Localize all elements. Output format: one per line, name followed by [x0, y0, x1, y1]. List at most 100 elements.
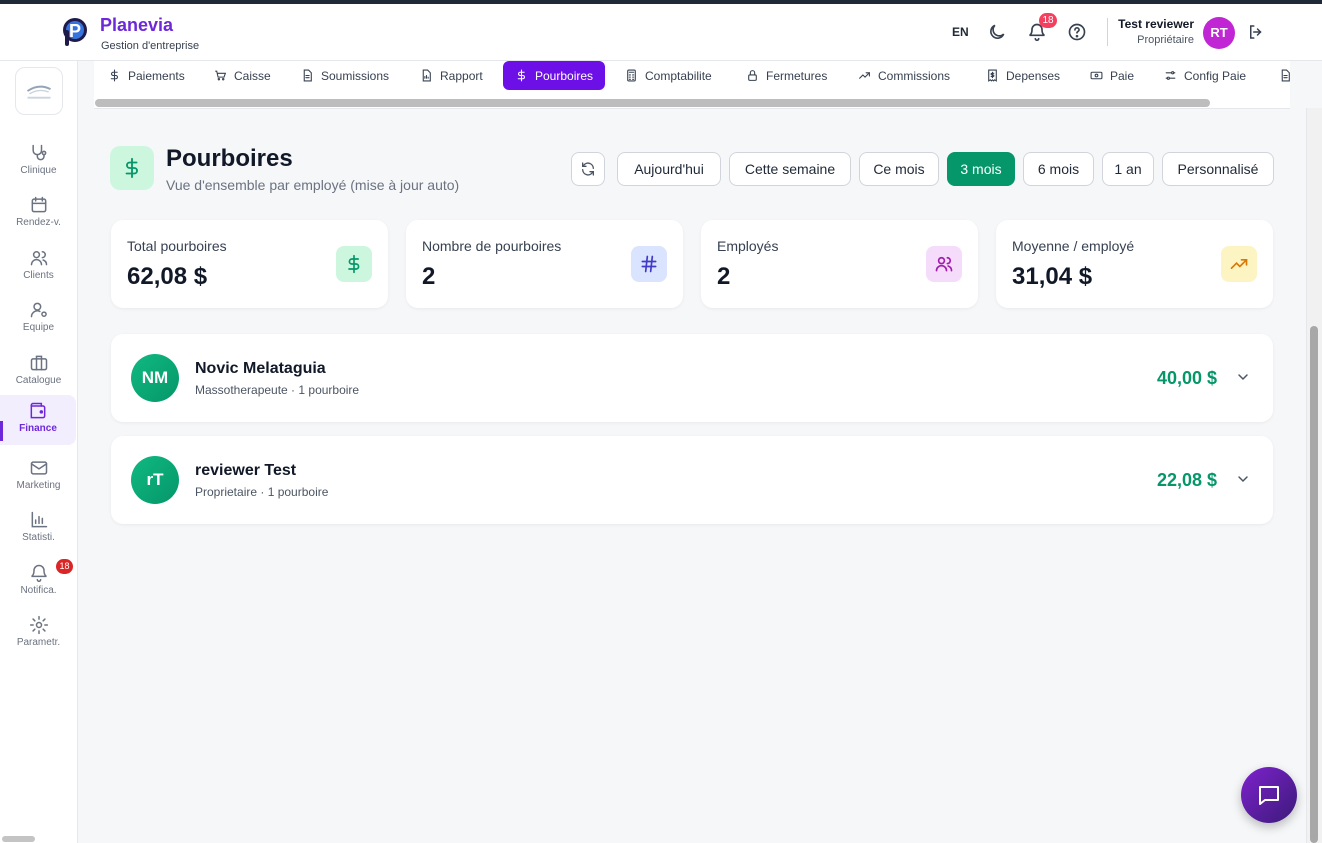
- tab-overflow[interactable]: [1267, 61, 1290, 90]
- sidebar-item-rendez-vous[interactable]: Rendez-v.: [0, 189, 77, 239]
- planevia-logo-icon[interactable]: P: [60, 16, 88, 48]
- notification-badge: 18: [1039, 13, 1057, 28]
- sidebar-item-label: Statisti.: [22, 532, 55, 543]
- employee-name: Novic Melataguia: [195, 360, 326, 377]
- stat-value: 2: [422, 263, 436, 290]
- page-dollar-icon: [110, 146, 154, 190]
- sidebar-item-label: Notifica.: [20, 585, 57, 596]
- stethoscope-icon: [31, 144, 46, 161]
- period-3-months-button[interactable]: 3 mois: [947, 152, 1015, 186]
- receipt-icon: [988, 69, 997, 82]
- tab-caisse[interactable]: Caisse: [202, 61, 283, 90]
- sidebar-item-label: Parametr.: [16, 637, 61, 648]
- tab-soumissions[interactable]: Soumissions: [289, 61, 401, 90]
- period-week-button[interactable]: Cette semaine: [729, 152, 851, 186]
- svg-text:P: P: [69, 21, 81, 41]
- mail-icon: [30, 461, 47, 475]
- tab-label: Pourboires: [535, 68, 594, 83]
- period-today-button[interactable]: Aujourd'hui: [617, 152, 721, 186]
- tabs-scrollbar[interactable]: [95, 99, 1210, 107]
- sidebar-item-marketing[interactable]: Marketing: [0, 452, 77, 502]
- header-divider: [1107, 18, 1108, 46]
- employee-tip-amount: 40,00 $: [1156, 368, 1217, 388]
- sidebar-item-clients[interactable]: Clients: [0, 242, 77, 292]
- clinic-logo[interactable]: [15, 67, 63, 115]
- sidebar-item-finance[interactable]: Finance: [0, 395, 76, 445]
- banknote-icon: [1090, 71, 1103, 80]
- sidebar-item-label: Clients: [23, 270, 54, 281]
- dollar-icon: [110, 69, 118, 82]
- settings-sliders-icon: [1165, 71, 1176, 80]
- users-icon: [926, 246, 962, 282]
- tab-label: Paiements: [128, 68, 185, 83]
- logout-icon[interactable]: [1247, 23, 1265, 41]
- tab-paie[interactable]: Paie: [1078, 61, 1146, 90]
- stat-card-employees: Employés 2: [701, 220, 978, 308]
- avatar: rT: [131, 456, 179, 504]
- file-icon: [1281, 69, 1290, 82]
- trending-up-icon: [1221, 246, 1257, 282]
- help-icon[interactable]: [1067, 22, 1087, 42]
- brand-subtitle: Gestion d'entreprise: [101, 40, 200, 52]
- finance-tabs: Paiements Caisse Soumissions Rapport Pou…: [94, 61, 1290, 97]
- stat-label: Total pourboires: [127, 238, 227, 254]
- stat-label: Employés: [717, 238, 779, 254]
- main-scrollbar[interactable]: [1310, 326, 1318, 843]
- period-custom-button[interactable]: Personnalisé: [1162, 152, 1274, 186]
- users-icon: [30, 251, 47, 266]
- sidebar-scrollbar[interactable]: [2, 836, 35, 842]
- period-1-year-button[interactable]: 1 an: [1102, 152, 1154, 186]
- tab-paiements[interactable]: Paiements: [96, 61, 197, 90]
- page-title: Pourboires: [166, 145, 293, 172]
- calculator-icon: [627, 69, 636, 82]
- avatar[interactable]: RT: [1203, 17, 1235, 49]
- sidebar-item-label: Rendez-v.: [16, 217, 61, 228]
- chevron-down-icon[interactable]: [1235, 471, 1251, 487]
- page-subtitle: Vue d'ensemble par employé (mise à jour …: [166, 177, 460, 193]
- file-chart-icon: [422, 69, 431, 82]
- chat-icon: [1259, 786, 1279, 805]
- tab-fermetures[interactable]: Fermetures: [734, 61, 839, 90]
- chat-button[interactable]: [1241, 767, 1297, 823]
- bar-chart-icon: [31, 511, 47, 528]
- sidebar-item-equipe[interactable]: Equipe: [0, 294, 77, 344]
- gear-icon: [29, 615, 48, 635]
- file-icon: [303, 69, 312, 82]
- sidebar-item-catalogue[interactable]: Catalogue: [0, 347, 77, 397]
- employee-card[interactable]: NM Novic Melataguia Massotherapeute · 1 …: [111, 334, 1273, 422]
- user-name: Test reviewer: [1118, 17, 1194, 31]
- tab-depenses[interactable]: Depenses: [974, 61, 1072, 90]
- tab-pourboires[interactable]: Pourboires: [503, 61, 606, 90]
- refresh-icon: [582, 162, 594, 176]
- app-header: P Planevia Gestion d'entreprise EN 18 Te…: [0, 4, 1322, 61]
- sidebar-item-parametres[interactable]: Parametr.: [0, 609, 77, 659]
- briefcase-icon: [30, 355, 47, 371]
- refresh-button[interactable]: [571, 152, 605, 186]
- moon-icon[interactable]: [987, 22, 1007, 42]
- period-6-months-button[interactable]: 6 mois: [1023, 152, 1094, 186]
- sidebar-item-label: Catalogue: [15, 375, 62, 386]
- period-month-button[interactable]: Ce mois: [859, 152, 939, 186]
- tab-rapport[interactable]: Rapport: [408, 61, 495, 90]
- user-role: Propriétaire: [1137, 34, 1194, 46]
- tab-label: Caisse: [234, 68, 271, 83]
- tab-commissions[interactable]: Commissions: [846, 61, 962, 90]
- bell-icon: [30, 564, 47, 583]
- tab-label: Comptabilite: [645, 68, 712, 83]
- tab-label: Commissions: [878, 68, 951, 83]
- brand-title: Planevia: [100, 15, 174, 35]
- sidebar-item-clinique[interactable]: Clinique: [0, 137, 77, 187]
- tab-label: Rapport: [440, 68, 483, 83]
- employee-name: reviewer Test: [195, 462, 297, 479]
- tab-label: Soumissions: [321, 68, 390, 83]
- dollar-icon: [517, 69, 525, 82]
- employee-card[interactable]: rT reviewer Test Proprietaire · 1 pourbo…: [111, 436, 1273, 524]
- tab-comptabilite[interactable]: Comptabilite: [613, 61, 724, 90]
- language-toggle[interactable]: EN: [952, 25, 969, 39]
- employee-meta: Massotherapeute · 1 pourboire: [195, 383, 360, 397]
- tab-config-paie[interactable]: Config Paie: [1152, 61, 1258, 90]
- sidebar-item-label: Equipe: [22, 322, 55, 333]
- sidebar-item-statistiques[interactable]: Statisti.: [0, 504, 77, 554]
- sidebar-item-notifications[interactable]: Notifica. 18: [0, 557, 77, 607]
- chevron-down-icon[interactable]: [1235, 369, 1251, 385]
